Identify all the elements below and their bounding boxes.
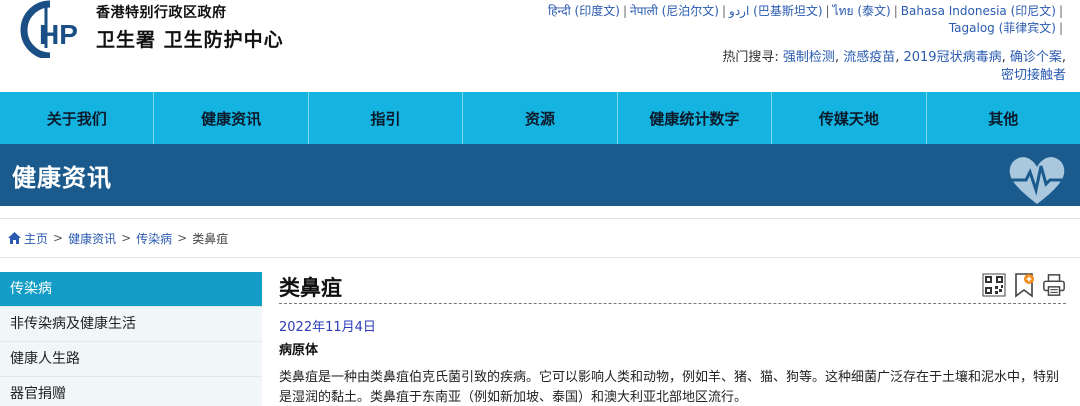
home-icon — [8, 232, 21, 244]
nav-item-media[interactable]: 传媒天地 — [772, 92, 927, 144]
breadcrumb-separator: > — [177, 231, 188, 245]
heart-pulse-icon — [1009, 157, 1065, 204]
gov-name: 香港特别行政区政府 — [96, 5, 227, 21]
nav-item-statistics[interactable]: 健康统计数字 — [618, 92, 773, 144]
bookmark-add-icon[interactable] — [1012, 272, 1036, 298]
breadcrumb-communicable-diseases[interactable]: 传染病 — [136, 230, 172, 247]
page-title: 类鼻疽 — [279, 276, 342, 300]
lang-separator: | — [1058, 21, 1063, 35]
chp-logo[interactable]: HP — [14, 0, 84, 58]
title-row: 类鼻疽 — [279, 268, 1066, 304]
page-tools — [982, 272, 1066, 298]
publish-date: 2022年11月4日 — [279, 320, 376, 335]
section-heading: 病原体 — [279, 343, 319, 358]
main-nav: 关于我们 健康资讯 指引 资源 健康统计数字 传媒天地 其他 — [0, 92, 1080, 144]
hot-search-link[interactable]: 流感疫苗 — [843, 50, 895, 65]
site-header: HP 香港特别行政区政府 卫生署 卫生防护中心 हिन्दी (印度文) | नेप… — [0, 0, 1080, 92]
print-icon[interactable] — [1042, 272, 1066, 298]
nav-item-guidelines[interactable]: 指引 — [309, 92, 464, 144]
breadcrumb-separator: > — [53, 231, 64, 245]
banner-title: 健康资讯 — [12, 164, 112, 192]
nav-item-about[interactable]: 关于我们 — [0, 92, 155, 144]
breadcrumb-health-topics[interactable]: 健康资讯 — [68, 230, 116, 247]
breadcrumb-separator: > — [121, 231, 132, 245]
sidebar-item-non-communicable[interactable]: 非传染病及健康生活 — [0, 307, 262, 342]
qr-code-icon[interactable] — [982, 272, 1006, 298]
nav-item-health-topics[interactable]: 健康资讯 — [154, 92, 309, 144]
lang-separator: | — [622, 4, 627, 18]
hot-search-label: 热门搜寻: — [722, 50, 779, 65]
hot-search-link[interactable]: 2019冠状病毒病 — [903, 50, 1001, 65]
lang-separator: | — [825, 4, 830, 18]
lang-link-hindi[interactable]: हिन्दी (印度文) — [548, 4, 620, 18]
section-banner: 健康资讯 — [0, 144, 1080, 206]
main-content: 类鼻疽 2022年11月4日 病原体 类鼻疽是一种由类鼻疽伯克氏菌引致的疾病。它… — [279, 268, 1066, 406]
lang-link-tagalog[interactable]: Tagalog (菲律宾文) — [949, 21, 1056, 35]
lang-separator: | — [1058, 4, 1063, 18]
hot-search-link[interactable]: 强制检测 — [783, 50, 835, 65]
organization-name: 香港特别行政区政府 卫生署 卫生防护中心 — [96, 2, 284, 52]
lang-link-thai[interactable]: ไทย (泰文) — [833, 4, 891, 18]
sidebar-item-life-course[interactable]: 健康人生路 — [0, 342, 262, 377]
sidebar: 传染病 非传染病及健康生活 健康人生路 器官捐赠 — [0, 272, 262, 406]
hot-search-link[interactable]: 确诊个案 — [1010, 50, 1062, 65]
breadcrumb-home[interactable]: 主页 — [24, 230, 48, 247]
dept-name: 卫生署 卫生防护中心 — [96, 29, 284, 51]
lang-link-nepali[interactable]: नेपाली (尼泊尔文) — [630, 4, 719, 18]
nav-item-others[interactable]: 其他 — [927, 92, 1080, 144]
lang-separator: | — [893, 4, 898, 18]
hot-search-link[interactable]: 密切接触者 — [1001, 68, 1066, 83]
sidebar-item-communicable-diseases[interactable]: 传染病 — [0, 272, 262, 307]
lang-link-urdu[interactable]: اردو (巴基斯坦文) — [729, 4, 822, 18]
hot-search: 热门搜寻: 强制检测, 流感疫苗, 2019冠状病毒病, 确诊个案, 密切接触者 — [722, 50, 1066, 83]
breadcrumb: 主页 > 健康资讯 > 传染病 > 类鼻疽 — [0, 218, 1080, 258]
breadcrumb-current: 类鼻疽 — [192, 231, 229, 246]
sidebar-item-organ-donation[interactable]: 器官捐赠 — [0, 377, 262, 406]
lang-separator: | — [722, 4, 727, 18]
nav-item-resources[interactable]: 资源 — [463, 92, 618, 144]
lang-link-indonesian[interactable]: Bahasa Indonesia (印尼文) — [901, 4, 1056, 18]
body-paragraph: 类鼻疽是一种由类鼻疽伯克氏菌引致的疾病。它可以影响人类和动物，例如羊、猪、猫、狗… — [279, 370, 1060, 405]
language-bar: हिन्दी (印度文) | नेपाली (尼泊尔文) | اردو (巴基斯坦文) |… — [546, 3, 1066, 37]
